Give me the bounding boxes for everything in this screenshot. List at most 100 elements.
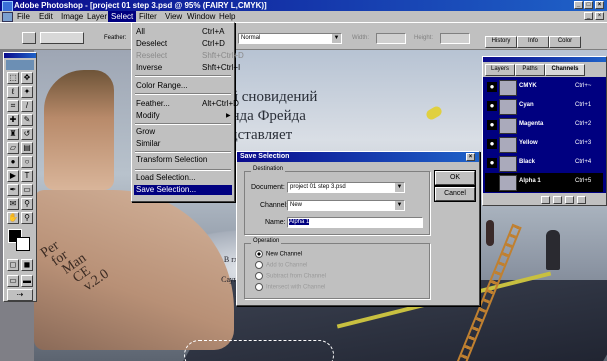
menu-item-load-selection[interactable]: Load Selection... xyxy=(136,173,232,183)
shape-tool-icon[interactable]: ▭ xyxy=(21,184,33,196)
marquee-tool-icon[interactable]: ⬚ xyxy=(7,72,19,84)
zoom-tool-icon[interactable]: ⚲ xyxy=(21,212,33,224)
slice-tool-icon[interactable]: / xyxy=(21,100,33,112)
clone-stamp-icon[interactable]: ♜ xyxy=(7,128,19,140)
tab-color[interactable]: Color xyxy=(549,36,581,48)
lasso-tool-icon[interactable]: ℓ xyxy=(7,86,19,98)
menu-select[interactable]: Select xyxy=(108,11,137,22)
menu-item-grow[interactable]: Grow xyxy=(136,127,232,137)
blur-tool-icon[interactable]: ● xyxy=(7,156,19,168)
eye-icon[interactable] xyxy=(487,177,497,187)
menu-file[interactable]: File xyxy=(14,11,33,22)
menu-window[interactable]: Window xyxy=(184,11,218,22)
menu-item-transform-selection[interactable]: Transform Selection xyxy=(136,155,232,165)
dialog-close-button[interactable]: × xyxy=(466,153,475,161)
menu-view[interactable]: View xyxy=(162,11,185,22)
quick-mask-icon[interactable]: ◻ xyxy=(7,259,19,271)
dodge-tool-icon[interactable]: ○ xyxy=(21,156,33,168)
menu-help[interactable]: Help xyxy=(216,11,238,22)
history-brush-icon[interactable]: ↺ xyxy=(21,128,33,140)
menu-filter[interactable]: Filter xyxy=(136,11,160,22)
pen-tool-icon[interactable]: ✒ xyxy=(7,184,19,196)
menu-item-save-selection[interactable]: Save Selection... xyxy=(134,185,232,195)
doc-menu-icon[interactable] xyxy=(2,12,13,22)
load-channel-icon[interactable] xyxy=(541,196,550,204)
tab-channels[interactable]: Channels xyxy=(545,64,585,76)
marquee-options-icon[interactable] xyxy=(22,32,36,44)
menu-edit[interactable]: Edit xyxy=(36,11,56,22)
name-input[interactable]: Alpha 1 xyxy=(287,217,423,228)
channel-row-yellow[interactable]: ● Yellow Ctrl+3 xyxy=(485,135,603,154)
brush-tool-icon[interactable]: ✎ xyxy=(21,114,33,126)
menu-item-all[interactable]: All Ctrl+A xyxy=(136,27,232,37)
radio-new-channel[interactable]: New Channel xyxy=(255,250,302,259)
magic-wand-icon[interactable]: ✦ xyxy=(21,86,33,98)
canvas-heading: й сновидений унда Фрейда дставляет xyxy=(224,88,317,145)
menu-item-modify[interactable]: Modify ▶ xyxy=(136,111,232,121)
channel-thumbnail xyxy=(499,80,517,96)
channel-row-cyan[interactable]: ● Cyan Ctrl+1 xyxy=(485,97,603,116)
width-field[interactable] xyxy=(376,33,406,44)
menu-item-similar[interactable]: Similar xyxy=(136,139,232,149)
gradient-tool-icon[interactable]: ▤ xyxy=(21,142,33,154)
minimize-button[interactable]: _ xyxy=(574,1,583,9)
type-tool-icon[interactable]: T xyxy=(21,170,33,182)
jump-to-imageready-icon[interactable]: ⇢ xyxy=(7,289,33,301)
tab-layers[interactable]: Layers xyxy=(485,64,515,76)
channel-select[interactable]: New ▼ xyxy=(287,200,405,211)
eye-icon[interactable]: ● xyxy=(487,101,497,111)
radio-intersect-with-channel[interactable]: Intersect with Channel xyxy=(255,283,325,292)
path-select-icon[interactable]: ▶ xyxy=(7,170,19,182)
standard-mode-icon[interactable]: ◼ xyxy=(21,259,33,271)
maximize-button[interactable]: □ xyxy=(584,1,593,9)
doc-minimize-button[interactable]: _ xyxy=(584,12,593,20)
height-field[interactable] xyxy=(440,33,470,44)
selection-mode-buttons[interactable] xyxy=(40,32,84,44)
menu-item-inverse[interactable]: Inverse Shft+Ctrl+I xyxy=(136,63,240,73)
close-button[interactable]: × xyxy=(595,1,604,9)
tab-paths[interactable]: Paths xyxy=(515,64,545,76)
notes-tool-icon[interactable]: ✉ xyxy=(7,198,19,210)
menu-image[interactable]: Image xyxy=(58,11,86,22)
healing-brush-icon[interactable]: ✚ xyxy=(7,114,19,126)
channel-row-alpha-1[interactable]: Alpha 1 Ctrl+5 xyxy=(485,173,603,192)
channel-row-cmyk[interactable]: ● CMYK Ctrl+~ xyxy=(485,78,603,97)
ok-button[interactable]: OK xyxy=(435,171,475,185)
hand-tool-icon[interactable]: ✋ xyxy=(7,212,19,224)
tab-info[interactable]: Info xyxy=(517,36,549,48)
radio-label: New Channel xyxy=(266,251,303,258)
menu-item-color-range[interactable]: Color Range... xyxy=(136,81,232,91)
channels-tabs: Layers Paths Channels xyxy=(485,64,605,76)
fullscreen-mode-icon[interactable]: ▬ xyxy=(21,275,33,287)
menu-item-reselect[interactable]: Reselect Shft+Ctrl+D xyxy=(136,51,244,61)
new-channel-icon[interactable] xyxy=(565,196,574,204)
save-channel-icon[interactable] xyxy=(553,196,562,204)
move-tool-icon[interactable]: ✥ xyxy=(21,72,33,84)
radio-add-to-channel[interactable]: Add to Channel xyxy=(255,261,307,270)
eye-icon[interactable]: ● xyxy=(487,139,497,149)
heading-line: дставляет xyxy=(230,127,293,143)
radio-subtract-from-channel[interactable]: Subtract from Channel xyxy=(255,272,326,281)
channel-row-black[interactable]: ● Black Ctrl+4 xyxy=(485,154,603,173)
menu-item-label: Deselect xyxy=(136,39,168,48)
menu-separator xyxy=(135,93,231,95)
trash-icon[interactable] xyxy=(577,196,586,204)
chevron-down-icon: ▼ xyxy=(395,201,404,210)
tab-history[interactable]: History xyxy=(485,36,517,48)
menu-item-feather[interactable]: Feather... Alt+Ctrl+D xyxy=(136,99,239,109)
document-select[interactable]: project 01 step 3.psd ▼ xyxy=(287,182,405,193)
crop-tool-icon[interactable]: ⌗ xyxy=(7,100,19,112)
eye-icon[interactable]: ● xyxy=(487,120,497,130)
eyedropper-icon[interactable]: ⚲ xyxy=(21,198,33,210)
menu-item-deselect[interactable]: Deselect Ctrl+D xyxy=(136,39,232,49)
channel-row-magenta[interactable]: ● Magenta Ctrl+2 xyxy=(485,116,603,135)
eye-icon[interactable]: ● xyxy=(487,82,497,92)
eraser-tool-icon[interactable]: ▱ xyxy=(7,142,19,154)
cancel-button[interactable]: Cancel xyxy=(435,187,475,201)
menu-layer[interactable]: Layer xyxy=(84,11,110,22)
screen-mode-icon[interactable]: ▭ xyxy=(7,275,19,287)
channel-thumbnail xyxy=(499,156,517,172)
eye-icon[interactable]: ● xyxy=(487,158,497,168)
doc-close-button[interactable]: × xyxy=(595,12,604,20)
background-color-swatch[interactable] xyxy=(16,237,30,251)
